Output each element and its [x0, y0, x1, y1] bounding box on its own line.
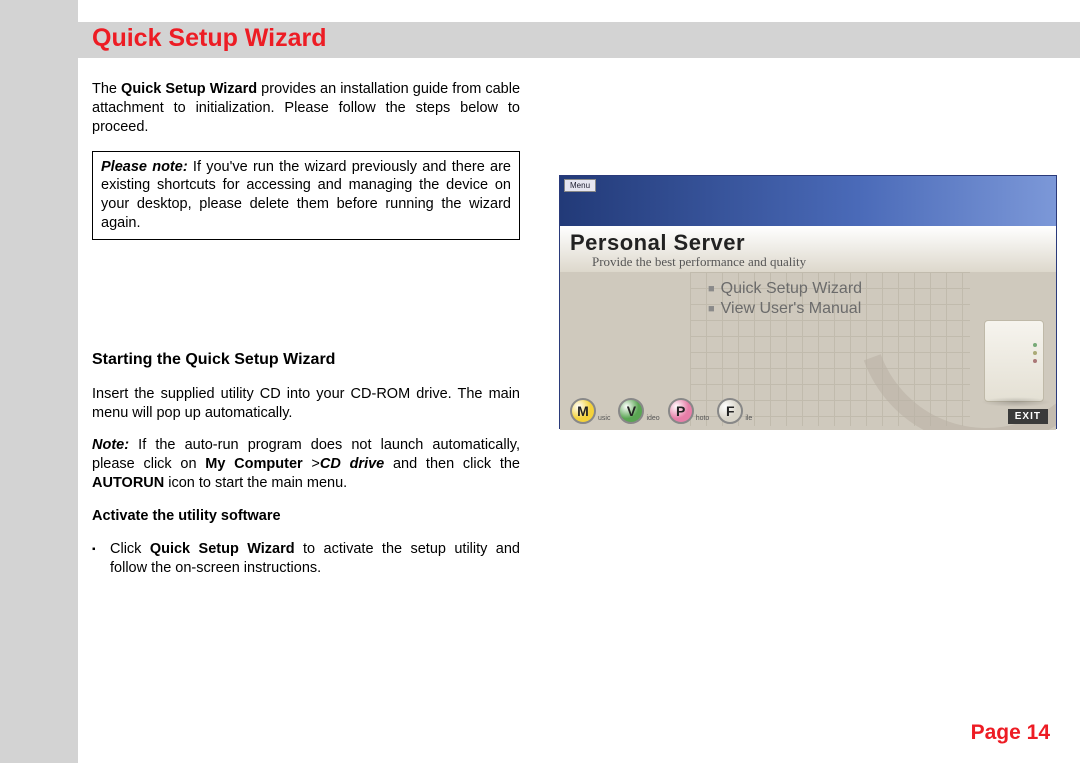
autorun-t2: and then click the: [384, 456, 520, 472]
file-label: ile: [745, 415, 752, 424]
menu-item-view-manual[interactable]: ■ View User's Manual: [708, 300, 862, 318]
figure-menu-list: ■ Quick Setup Wizard ■ View User's Manual: [708, 280, 862, 320]
cd-drive-text: CD drive: [320, 456, 384, 472]
my-computer-text: My Computer: [205, 456, 302, 472]
photo-icon[interactable]: P: [668, 398, 694, 424]
section-heading: Starting the Quick Setup Wizard: [92, 350, 520, 371]
autorun-lead: Note:: [92, 437, 129, 453]
music-label: usic: [598, 415, 610, 424]
left-column: The Quick Setup Wizard provides an insta…: [92, 80, 520, 577]
insert-cd-paragraph: Insert the supplied utility CD into your…: [92, 385, 520, 423]
personal-server-subtitle: Provide the best performance and quality: [592, 254, 1046, 270]
autorun-note-paragraph: Note: If the auto-run program does not l…: [92, 436, 520, 493]
figure-titlebar: Menu: [560, 176, 1056, 226]
music-icon[interactable]: M: [570, 398, 596, 424]
bullet-icon: ■: [708, 303, 715, 315]
page-title: Quick Setup Wizard: [92, 24, 327, 53]
exit-button[interactable]: EXIT: [1008, 409, 1048, 424]
left-sidebar: [0, 0, 78, 763]
video-label: ideo: [646, 415, 659, 424]
intro-pre: The: [92, 81, 121, 97]
intro-bold: Quick Setup Wizard: [121, 81, 257, 97]
bullet-square-icon: ▪: [92, 540, 110, 578]
please-note-box: Please note: If you've run the wizard pr…: [92, 151, 520, 240]
autorun-bold: AUTORUN: [92, 475, 164, 491]
intro-paragraph: The Quick Setup Wizard provides an insta…: [92, 80, 520, 137]
autorun-t3: icon to start the main menu.: [164, 475, 347, 491]
bullet-item: ▪ Click Quick Setup Wizard to activate t…: [92, 540, 520, 578]
device-illustration: [984, 320, 1044, 402]
personal-server-title: Personal Server: [570, 230, 1046, 256]
title-band: Personal Server Provide the best perform…: [560, 226, 1056, 272]
gt-text: >: [303, 456, 320, 472]
page-number: Page 14: [971, 721, 1050, 745]
activate-subheading: Activate the utility software: [92, 507, 520, 526]
menu-item-quick-setup[interactable]: ■ Quick Setup Wizard: [708, 280, 862, 298]
photo-label: hoto: [696, 415, 710, 424]
bullet-icon: ■: [708, 283, 715, 295]
note-lead: Please note:: [101, 159, 188, 175]
bullet-bold: Quick Setup Wizard: [150, 541, 295, 557]
file-icon[interactable]: F: [717, 398, 743, 424]
menu-item-label: View User's Manual: [721, 300, 862, 317]
video-icon[interactable]: V: [618, 398, 644, 424]
icon-row: Music Video Photo File: [570, 398, 758, 424]
bullet-pre: Click: [110, 541, 150, 557]
menu-item-label: Quick Setup Wizard: [721, 280, 862, 297]
menu-tag[interactable]: Menu: [564, 179, 596, 192]
bullet-text: Click Quick Setup Wizard to activate the…: [110, 540, 520, 578]
screenshot-figure: Menu Personal Server Provide the best pe…: [559, 175, 1057, 429]
figure-body: Personal Server Provide the best perform…: [560, 226, 1056, 430]
